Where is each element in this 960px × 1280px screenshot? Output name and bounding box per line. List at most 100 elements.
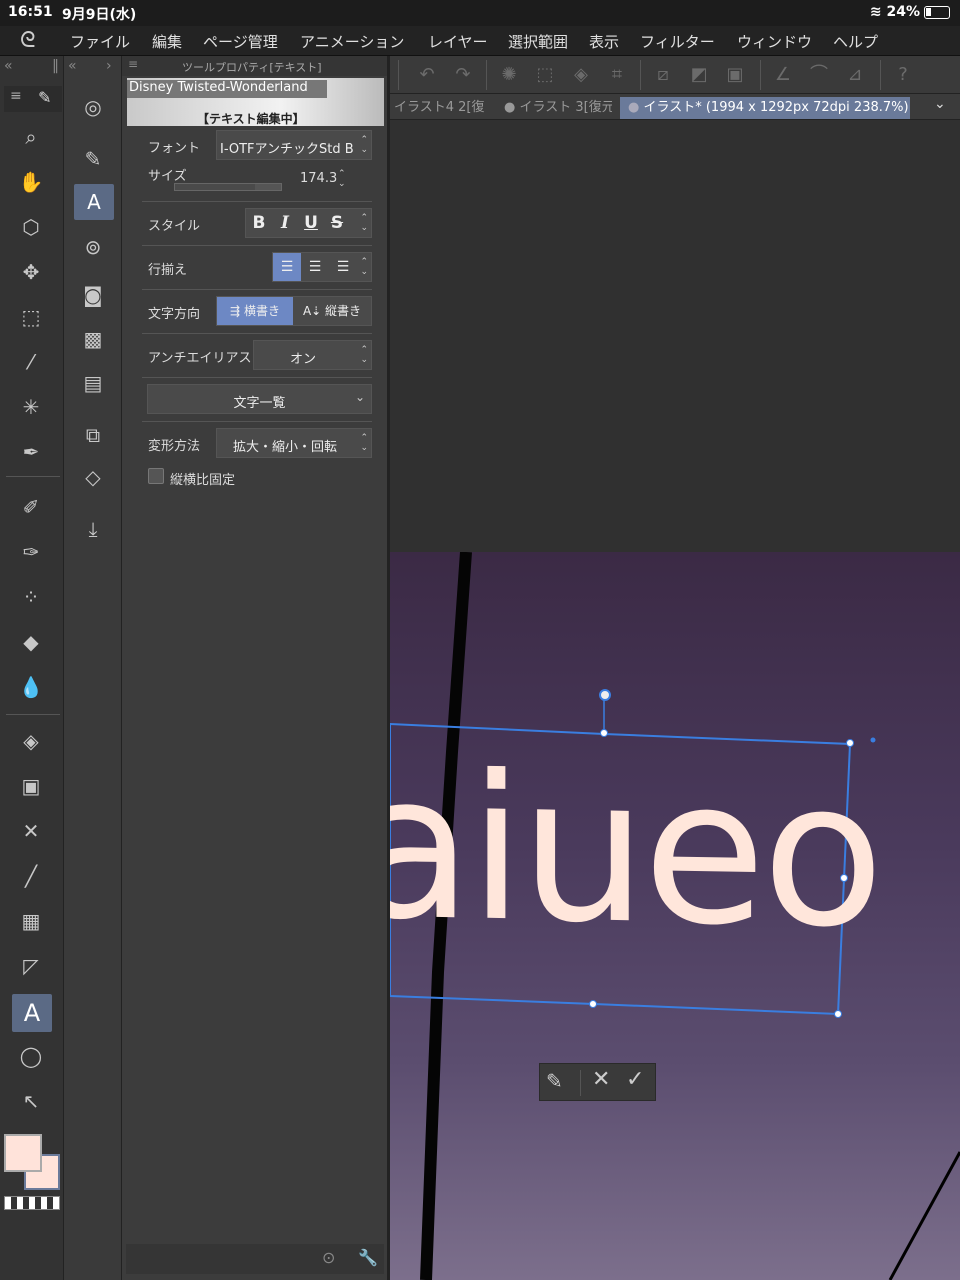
crop-icon[interactable]: ⌗ xyxy=(604,62,630,88)
expand-icon[interactable]: › xyxy=(106,58,112,74)
select-all-icon[interactable]: ▣ xyxy=(722,62,748,88)
bold-button[interactable]: B xyxy=(246,209,272,237)
aspect-ratio-checkbox[interactable] xyxy=(148,468,164,484)
pencil-icon[interactable]: ✐ xyxy=(16,492,46,522)
size-slider[interactable] xyxy=(174,183,282,191)
fill-bucket-icon[interactable]: ◈ xyxy=(568,62,594,88)
timeline-icon[interactable]: ▤ xyxy=(78,368,108,398)
canvas[interactable]: aiueo xyxy=(390,552,960,1280)
material-icon[interactable]: ⤓ xyxy=(78,514,108,544)
brush-icon[interactable]: ✑ xyxy=(16,537,46,567)
menu-window[interactable]: ウィンドウ xyxy=(737,31,812,52)
special-ruler-icon[interactable]: ⌒ xyxy=(806,62,832,88)
hand-icon[interactable]: ✋ xyxy=(16,167,46,197)
reset-icon[interactable]: ⊙ xyxy=(322,1248,335,1267)
subtool-icon[interactable]: ✎ xyxy=(78,144,108,174)
grid-snap-icon[interactable]: ⊿ xyxy=(842,62,868,88)
canvas-text[interactable]: aiueo xyxy=(390,730,880,972)
chevron-down-icon[interactable]: ⌄ xyxy=(934,96,946,112)
panel-menu-icon[interactable]: ≡ xyxy=(128,57,138,71)
font-select[interactable]: I-OTFアンチックStd B ⌃ ⌄ xyxy=(216,130,372,160)
size-spin-icon[interactable]: ⌃ ⌄ xyxy=(338,169,346,189)
ruler-icon[interactable]: ◸ xyxy=(16,951,46,981)
gradient-icon[interactable]: ▣ xyxy=(16,771,46,801)
panel-header: ≡ ツールプロパティ[テキスト] xyxy=(122,56,387,76)
tool-property-icon[interactable]: A xyxy=(74,184,114,220)
app-logo-icon[interactable]: ᘓ xyxy=(20,28,36,53)
frame-icon[interactable]: ▦ xyxy=(16,906,46,936)
cancel-icon[interactable]: ✕ xyxy=(592,1067,610,1092)
collapse-icon[interactable]: « xyxy=(68,58,77,74)
decoration-icon[interactable]: ✕ xyxy=(16,816,46,846)
line-icon[interactable]: ╱ xyxy=(16,861,46,891)
tab-illust-3[interactable]: ● イラスト 3[復元 xyxy=(504,97,612,119)
eraser-icon[interactable]: ◆ xyxy=(16,627,46,657)
blend-icon[interactable]: 💧 xyxy=(16,672,46,702)
menu-page[interactable]: ページ管理 xyxy=(203,31,278,52)
menu-lines-icon[interactable]: ≡ xyxy=(10,88,22,104)
align-right-icon[interactable]: ☰ xyxy=(329,253,357,281)
deselect-icon[interactable]: ⧄ xyxy=(650,62,676,88)
menu-layer[interactable]: レイヤー xyxy=(428,31,488,52)
resize-handle-bottom[interactable] xyxy=(589,1000,597,1008)
ruler-snap-icon[interactable]: ∠ xyxy=(770,62,796,88)
align-left-icon[interactable]: ☰ xyxy=(273,253,301,281)
char-list-dropdown[interactable]: 文字一覧 ⌄ xyxy=(147,384,372,414)
antialias-select[interactable]: オン ⌃ ⌄ xyxy=(253,340,372,370)
menu-selection[interactable]: 選択範囲 xyxy=(508,31,568,52)
airbrush-icon[interactable]: ⁘ xyxy=(16,582,46,612)
zoom-icon[interactable]: ⌕ xyxy=(16,122,46,152)
strike-button[interactable]: S xyxy=(324,209,350,237)
correct-line-icon[interactable]: ↖ xyxy=(16,1086,46,1116)
eyedropper-icon[interactable]: ⁄ xyxy=(16,347,46,377)
tab-illust-active[interactable]: ● イラスト* (1994 x 1292px 72dpi 238.7%) xyxy=(620,97,910,119)
spin-icon[interactable]: ⌃ ⌄ xyxy=(360,257,368,277)
main-color-swatch[interactable] xyxy=(4,1134,42,1172)
color-set-icon[interactable]: ▩ xyxy=(78,324,108,354)
underline-button[interactable]: U xyxy=(298,209,324,237)
rotate-handle[interactable] xyxy=(599,689,611,701)
confirm-icon[interactable]: ✓ xyxy=(626,1067,644,1092)
move-icon[interactable]: ✥ xyxy=(16,257,46,287)
menu-animation[interactable]: アニメーション xyxy=(300,31,404,52)
lasso-select-icon[interactable]: ⬚ xyxy=(16,302,46,332)
horizontal-button[interactable]: ⇶ 横書き xyxy=(217,297,293,325)
color-circle-icon[interactable]: ◙ xyxy=(78,280,108,310)
menu-view[interactable]: 表示 xyxy=(589,31,619,52)
edit-pencil-icon[interactable]: ✎ xyxy=(546,1069,563,1093)
navigator-icon[interactable]: ◎ xyxy=(78,92,108,122)
italic-button[interactable]: I xyxy=(272,209,298,237)
resize-handle-bottom-right[interactable] xyxy=(834,1010,842,1018)
brush-size-icon[interactable]: ⊚ xyxy=(78,232,108,262)
transparent-color-icon[interactable] xyxy=(4,1196,60,1210)
loading-icon[interactable]: ✺ xyxy=(496,62,522,88)
divider xyxy=(580,1070,581,1096)
menu-file[interactable]: ファイル xyxy=(70,31,130,52)
transform-icon[interactable]: ⬚ xyxy=(532,62,558,88)
balloon-icon[interactable]: ◯ xyxy=(16,1041,46,1071)
pen-icon[interactable]: ✒ xyxy=(16,437,46,467)
menu-help[interactable]: ヘルプ xyxy=(833,31,878,52)
invert-select-icon[interactable]: ◩ xyxy=(686,62,712,88)
help-icon[interactable]: ? xyxy=(890,62,916,88)
layer-property-icon[interactable]: ⧉ xyxy=(78,420,108,450)
collapse-left-icon[interactable]: « xyxy=(4,58,13,74)
menu-edit[interactable]: 編集 xyxy=(152,31,182,52)
sparkle-icon[interactable]: ✳ xyxy=(16,392,46,422)
redo-icon[interactable]: ↷ xyxy=(450,62,476,88)
fill-icon[interactable]: ◈ xyxy=(16,726,46,756)
grip-icon[interactable]: ‖ xyxy=(52,58,59,74)
transform-select[interactable]: 拡大・縮小・回転 ⌃ ⌄ xyxy=(216,428,372,458)
menu-filter[interactable]: フィルター xyxy=(640,31,715,52)
divider xyxy=(880,60,881,90)
vertical-button[interactable]: A⇣ 縦書き xyxy=(293,297,371,325)
spin-icon[interactable]: ⌃ ⌄ xyxy=(360,213,368,233)
tab-illust-4[interactable]: イラスト4 2[復 xyxy=(394,97,490,119)
pen-tab-icon[interactable]: ✎ xyxy=(38,88,51,107)
wrench-icon[interactable]: 🔧 xyxy=(358,1248,378,1267)
object-select-icon[interactable]: ⬡ xyxy=(16,212,46,242)
text-tool-icon[interactable]: A xyxy=(12,994,52,1032)
align-center-icon[interactable]: ☰ xyxy=(301,253,329,281)
layer-icon[interactable]: ◇ xyxy=(78,462,108,492)
undo-icon[interactable]: ↶ xyxy=(414,62,440,88)
